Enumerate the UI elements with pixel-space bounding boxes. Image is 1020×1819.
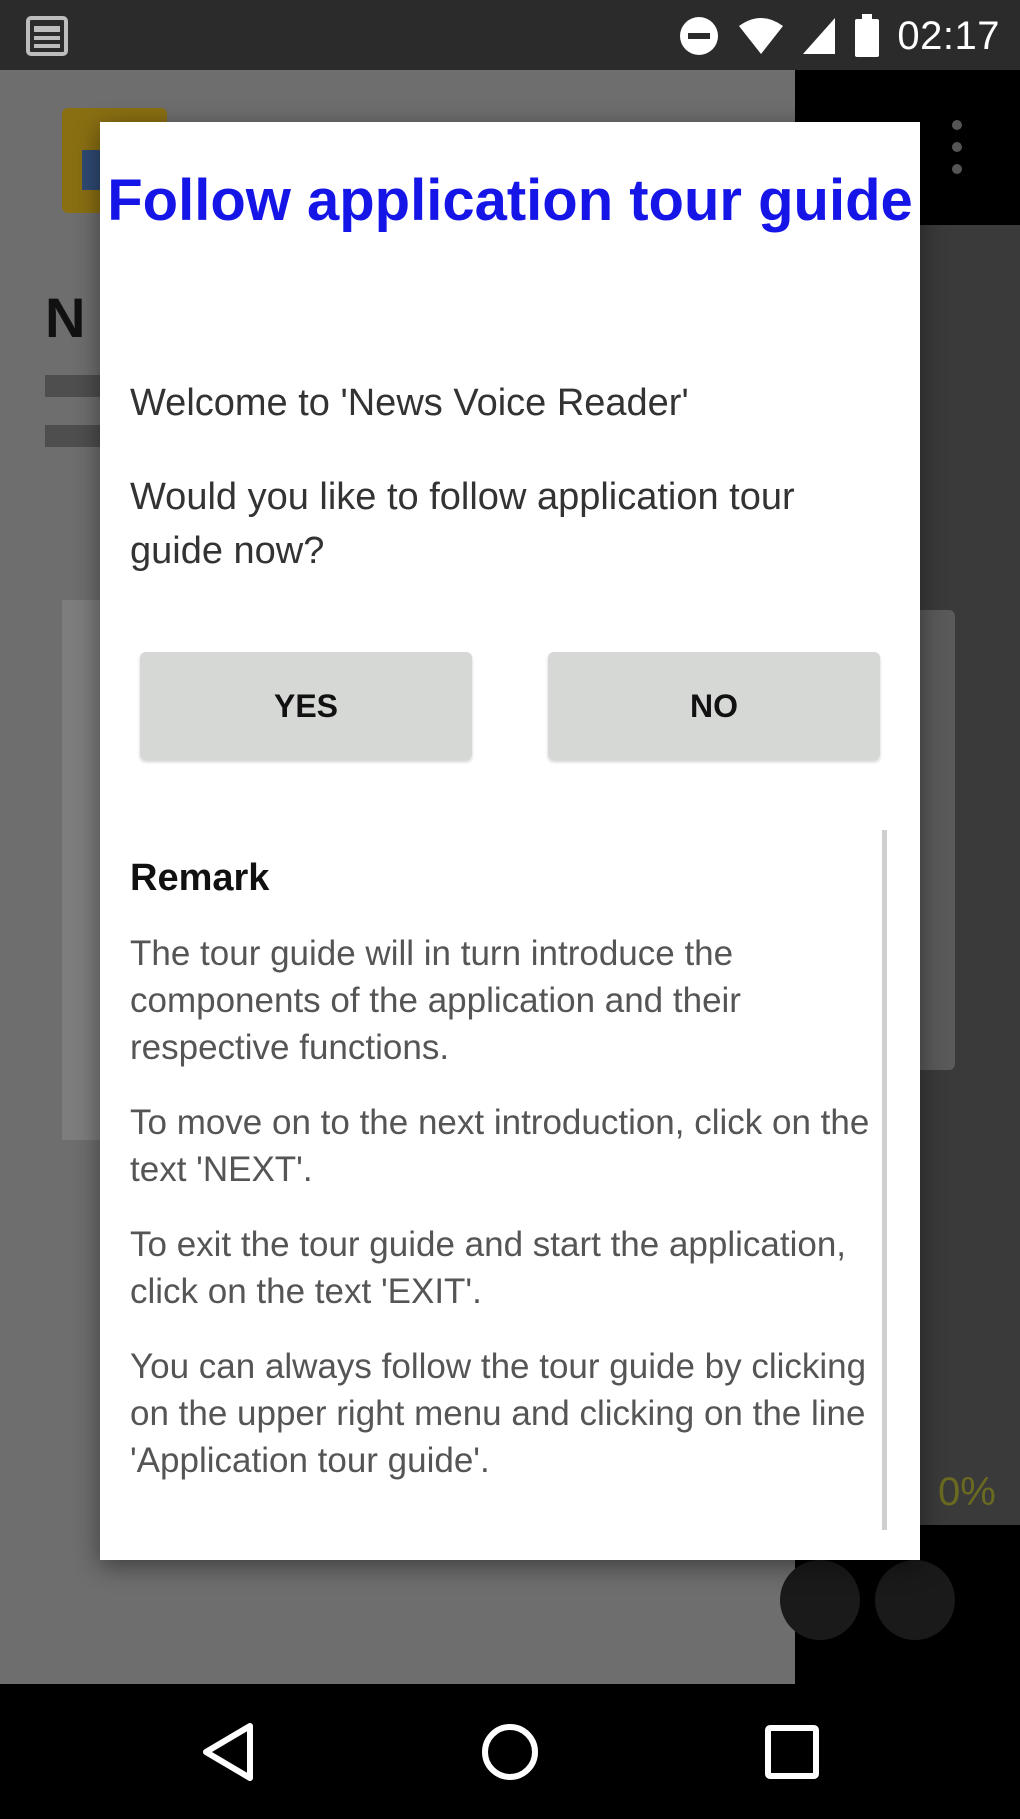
remark-title: Remark — [130, 857, 270, 899]
home-icon[interactable] — [470, 1712, 550, 1792]
newspaper-notification-icon — [26, 16, 68, 56]
dialog-title: Follow application tour guide — [107, 168, 913, 233]
question-text: Would you like to follow application tou… — [130, 476, 795, 572]
overflow-menu-icon[interactable] — [950, 120, 964, 180]
welcome-text: Welcome to 'News Voice Reader' — [130, 382, 689, 424]
refresh-icon[interactable] — [780, 1560, 860, 1640]
battery-icon — [855, 14, 880, 57]
recents-icon[interactable] — [752, 1712, 832, 1792]
status-icons: 02:17 — [677, 8, 1000, 64]
background-text-line — [45, 375, 105, 397]
cell-signal-icon — [803, 18, 836, 54]
progress-percent: 0% — [938, 1470, 996, 1514]
wifi-icon — [739, 18, 784, 54]
status-bar: 02:17 — [0, 0, 1020, 70]
remark-paragraph: To move on to the next introduction, cli… — [130, 1103, 870, 1189]
no-button[interactable]: NO — [548, 652, 880, 760]
remark-paragraph: You can always follow the tour guide by … — [130, 1347, 867, 1480]
remark-paragraph: To exit the tour guide and start the app… — [130, 1225, 847, 1311]
yes-button[interactable]: YES — [140, 652, 472, 760]
navigation-bar — [0, 1684, 1020, 1819]
background-text-line — [45, 425, 105, 447]
repeat-icon[interactable] — [875, 1560, 955, 1640]
remark-paragraph: The tour guide will in turn introduce th… — [130, 934, 741, 1067]
remark-section: Remark The tour guide will in turn intro… — [130, 837, 880, 1537]
background-title: N — [45, 286, 86, 349]
do-not-disturb-icon — [680, 17, 719, 55]
clock: 02:17 — [897, 13, 1000, 58]
back-icon[interactable] — [190, 1712, 270, 1792]
tour-guide-dialog: Follow application tour guide Welcome to… — [100, 122, 920, 1560]
remark-scrollbar[interactable] — [882, 830, 887, 1530]
